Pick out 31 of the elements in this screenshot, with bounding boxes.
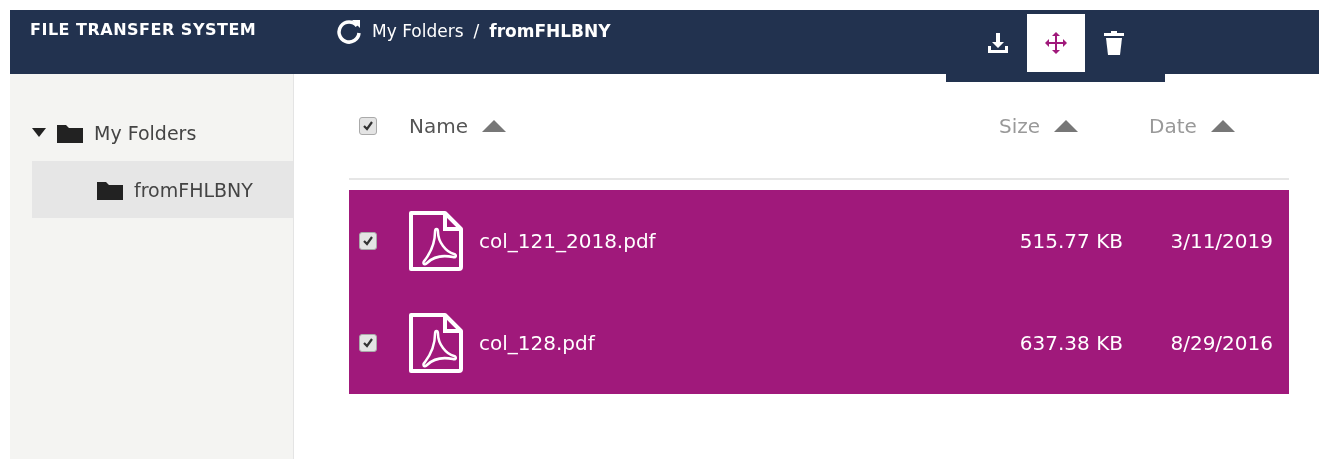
folder-tree-item[interactable]: fromFHLBNY	[32, 161, 293, 218]
file-row[interactable]: col_121_2018.pdf 515.77 KB 3/11/2019	[349, 190, 1289, 292]
file-name: col_128.pdf	[479, 331, 597, 355]
column-header[interactable]: Name	[409, 114, 468, 138]
trash-icon	[1102, 31, 1125, 55]
move-button[interactable]	[1026, 14, 1085, 72]
folder-label: fromFHLBNY	[134, 178, 253, 201]
move-arrows-icon	[1044, 32, 1067, 54]
file-date: 3/11/2019	[1169, 229, 1273, 253]
current-folder: fromFHLBNY	[489, 21, 611, 41]
checkbox[interactable]	[359, 333, 377, 352]
pdf-file-icon	[407, 312, 465, 374]
folder-tree-item[interactable]: My Folders	[32, 104, 293, 161]
file-name: col_121_2018.pdf	[479, 229, 657, 253]
checkbox[interactable]	[359, 231, 377, 250]
file-size: 637.38 KB	[1018, 331, 1123, 355]
checkbox[interactable]	[359, 116, 377, 135]
download-icon	[986, 32, 1009, 54]
check-icon	[362, 119, 374, 132]
breadcrumb-link[interactable]: /	[473, 21, 480, 41]
file-date: 8/29/2016	[1169, 331, 1273, 355]
check-icon	[362, 234, 374, 247]
folder-label: My Folders	[94, 121, 197, 144]
file-size: 515.77 KB	[1018, 229, 1123, 253]
check-icon	[362, 336, 374, 349]
caret-down-icon[interactable]	[32, 127, 46, 138]
file-row[interactable]: col_128.pdf 637.38 KB 8/29/2016	[349, 292, 1289, 394]
refresh-icon[interactable]	[336, 18, 362, 44]
breadcrumb-link[interactable]: My Folders	[372, 21, 464, 41]
app-title: FILE TRANSFER SYSTEM	[29, 19, 258, 39]
pdf-file-icon	[407, 210, 465, 272]
